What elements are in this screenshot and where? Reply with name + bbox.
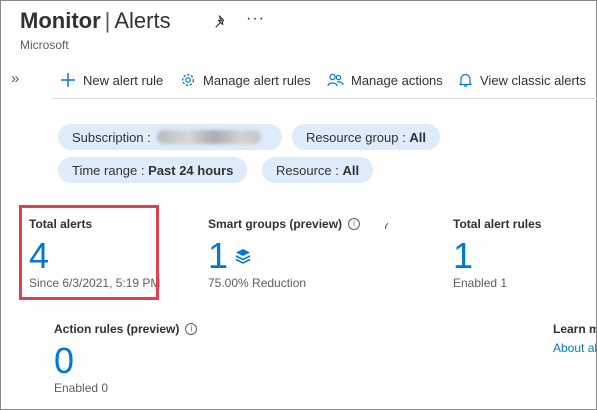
smart-groups-tile[interactable]: Smart groups (preview) i 1 75.00% Reduct…: [208, 217, 361, 290]
resource-group-filter-value: All: [409, 129, 426, 145]
action-rules-enabled: Enabled 0: [54, 381, 109, 395]
bell-icon: [459, 73, 472, 87]
smart-groups-reduction: 75.00% Reduction: [208, 276, 307, 290]
time-range-filter-value: Past 24 hours: [148, 162, 234, 178]
about-alerts-link[interactable]: About alerts: [553, 341, 596, 355]
info-icon[interactable]: i: [185, 323, 198, 335]
time-range-filter[interactable]: Time range : Past 24 hours: [58, 157, 248, 183]
time-range-filter-label: Time range :: [72, 162, 145, 178]
subscription-filter-label: Subscription :: [72, 129, 151, 145]
clipped-info-icon: i: [385, 217, 388, 229]
pin-icon[interactable]: [214, 15, 228, 29]
view-classic-alerts-button[interactable]: View classic alerts: [458, 72, 586, 88]
action-rules-value[interactable]: 0: [54, 342, 197, 380]
total-alert-rules-enabled: Enabled 1: [453, 276, 508, 290]
manage-alert-rules-button[interactable]: Manage alert rules: [180, 72, 311, 88]
title-page: Alerts: [114, 8, 171, 33]
action-rules-tile[interactable]: Action rules (preview) i 0 Enabled 0: [54, 322, 198, 395]
stacked-layers-icon: [235, 249, 251, 264]
command-bar: New alert rule Manage alert rules Manage…: [52, 66, 597, 99]
learn-more-heading: Learn more: [553, 322, 596, 336]
manage-actions-button[interactable]: Manage actions: [327, 72, 443, 88]
total-alerts-highlight: [19, 205, 159, 300]
page-subtitle: Microsoft: [20, 38, 69, 52]
page-title: Monitor | Alerts: [20, 8, 171, 34]
learn-more-section: Learn more About alerts: [553, 322, 596, 362]
resource-group-filter-label: Resource group :: [306, 129, 406, 145]
resource-filter-label: Resource :: [276, 162, 339, 178]
view-classic-alerts-label: View classic alerts: [480, 72, 586, 88]
total-alert-rules-value[interactable]: 1: [453, 237, 541, 275]
resource-filter-value: All: [342, 162, 360, 178]
total-alert-rules-label: Total alert rules: [453, 217, 542, 231]
title-service: Monitor: [20, 8, 101, 33]
resource-filter[interactable]: Resource : All: [262, 157, 374, 183]
plus-icon: [61, 73, 75, 87]
subscription-filter[interactable]: Subscription :: [58, 124, 282, 150]
total-alert-rules-tile[interactable]: Total alert rules 1 Enabled 1: [453, 217, 541, 290]
info-icon[interactable]: i: [348, 218, 361, 230]
manage-actions-label: Manage actions: [351, 72, 443, 88]
gear-icon: [182, 74, 194, 86]
resource-group-filter[interactable]: Resource group : All: [292, 124, 440, 150]
smart-groups-value[interactable]: 1: [208, 237, 228, 275]
users-icon: [327, 73, 344, 87]
manage-alert-rules-label: Manage alert rules: [203, 72, 311, 88]
more-options-icon[interactable]: ···: [246, 10, 265, 28]
action-rules-label: Action rules (preview): [54, 322, 180, 336]
expand-menu-icon[interactable]: »: [11, 70, 19, 87]
smart-groups-label: Smart groups (preview): [208, 217, 343, 231]
new-alert-rule-button[interactable]: New alert rule: [60, 72, 163, 88]
title-separator: |: [104, 8, 111, 33]
subscription-redacted-value: [156, 130, 261, 144]
new-alert-rule-label: New alert rule: [83, 72, 164, 88]
